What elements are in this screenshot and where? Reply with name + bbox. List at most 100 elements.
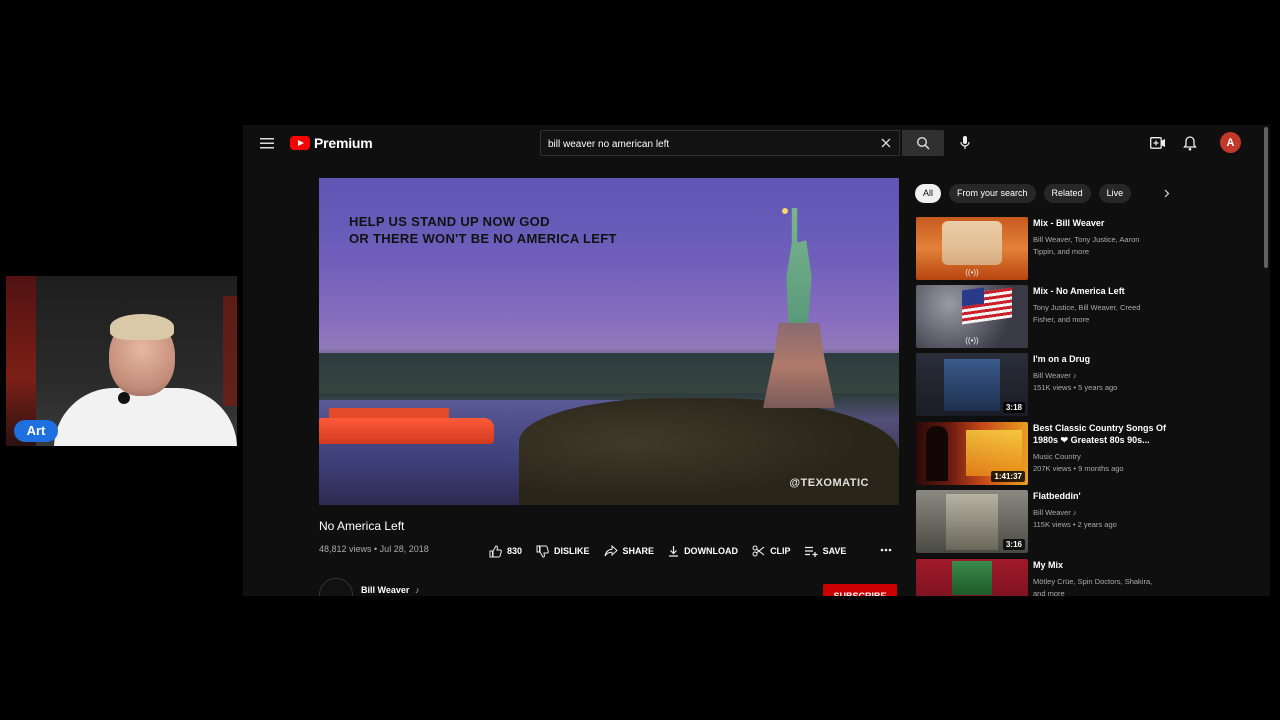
search-icon [916,136,930,150]
video-duration: 1:41:37 [991,471,1025,482]
thumbs-up-icon [489,544,502,557]
mix-radio-icon: ((•)) [965,336,979,345]
page-scrollbar[interactable] [1263,125,1270,596]
recommendation-item[interactable]: 1:41:37 Best Classic Country Songs Of 19… [916,422,1256,485]
video-title: No America Left [319,519,405,533]
recommendation-thumbnail: 1:41:37 [916,422,1028,485]
like-button[interactable]: 830 [489,544,523,558]
video-actions: 830 DISLIKE SHARE DOWNLOAD CLIP SAVE [489,542,860,560]
video-meta: 48,812 views • Jul 28, 2018 [319,544,429,554]
recommendation-channel: Bill Weaver, Tony Justice, Aaron [1033,235,1140,244]
video-frame-torch [782,208,788,214]
chevron-right-icon[interactable] [1160,186,1174,200]
video-duration: 3:18 [1002,402,1025,413]
recommendation-meta: 207K views • 9 months ago [1033,464,1124,473]
recommendation-channel: Tony Justice, Bill Weaver, Creed [1033,303,1141,312]
share-icon [604,545,618,557]
webcam-person-shirt [54,388,237,446]
subscribe-button[interactable]: SUBSCRIBE [823,584,897,596]
recommendation-title: Mix - Bill Weaver [1033,218,1105,228]
recommendation-thumbnail: 3:18 [916,353,1028,416]
youtube-window: Premium A HELP US STAN [243,125,1270,596]
recommendation-title: Best Classic Country Songs Of 1980s ❤ Gr… [1033,423,1167,445]
video-player[interactable]: HELP US STAND UP NOW GOD OR THERE WON'T … [319,178,899,505]
video-overlay-caption: HELP US STAND UP NOW GOD OR THERE WON'T … [349,213,617,247]
account-avatar[interactable]: A [1220,132,1241,153]
filter-chips: All From your search Related Live [915,183,1139,203]
search-input[interactable] [546,134,870,154]
dislike-label: DISLIKE [554,546,590,556]
recommendation-channel: Music Country [1033,452,1081,461]
save-button[interactable]: SAVE [804,546,847,557]
recommendation-title: Flatbeddin' [1033,491,1081,501]
recommendation-title: My Mix [1033,560,1064,570]
video-watermark: @TEXOMATIC [789,477,869,489]
video-frame-pedestal [763,323,835,408]
webcam-overlay: Art [6,276,237,446]
video-duration: 3:16 [1002,539,1025,550]
chip-all[interactable]: All [915,183,942,203]
dislike-button[interactable]: DISLIKE [536,545,590,558]
scrollbar-thumb[interactable] [1264,127,1268,268]
youtube-premium-logo[interactable]: Premium [290,133,373,153]
search-box [540,130,900,156]
recommendation-item[interactable]: My Mix Mötley Crüe, Spin Doctors, Shakir… [916,559,1256,596]
recommendation-channel: Mötley Crüe, Spin Doctors, Shakira, [1033,577,1153,586]
clear-search-icon[interactable] [879,136,893,150]
download-icon [669,546,679,557]
video-frame-ferry [319,418,494,444]
channel-avatar[interactable] [319,578,353,596]
chip-from-your-search[interactable]: From your search [949,183,1036,203]
save-label: SAVE [822,546,847,556]
mix-radio-icon: ((•)) [965,268,979,277]
create-video-icon[interactable] [1148,133,1168,153]
download-button[interactable]: DOWNLOAD [668,545,738,557]
recommendation-meta: 115K views • 2 years ago [1033,520,1117,529]
more-actions-icon[interactable] [878,542,894,558]
recommendation-meta: Tippin, and more [1033,247,1090,256]
recommendation-thumbnail [916,559,1028,596]
webcam-name-badge: Art [14,420,58,442]
music-note-icon: ♪ [414,585,420,595]
statue-of-liberty-image [786,208,812,323]
clip-button[interactable]: CLIP [752,545,791,557]
logo-text: Premium [314,135,373,151]
channel-name[interactable]: Bill Weaver ♪ [361,585,419,595]
clip-label: CLIP [770,546,791,556]
chip-live[interactable]: Live [1098,183,1132,203]
webcam-red-seat-right [223,296,237,406]
recommendation-thumbnail: 3:16 [916,490,1028,553]
recommendation-meta: and more [1033,589,1065,596]
recommendation-meta: Fisher, and more [1033,315,1090,324]
chip-related[interactable]: Related [1043,183,1091,203]
channel-name-text: Bill Weaver [361,585,410,595]
scissors-icon [752,545,765,557]
webcam-person-hair [110,314,174,340]
thumbs-down-icon [536,545,549,558]
recommendation-thumbnail: ((•)) [916,285,1028,348]
recommendation-channel: Bill Weaver ♪ [1033,508,1077,517]
headset-mic-icon [118,392,130,404]
recommendation-channel: Bill Weaver ♪ [1033,371,1077,380]
recommendation-title: Mix - No America Left [1033,286,1125,296]
recommendation-item[interactable]: 3:16 Flatbeddin' Bill Weaver ♪ 115K view… [916,490,1256,553]
hamburger-menu-icon[interactable] [257,133,277,153]
playlist-add-icon [804,546,818,557]
recommendation-meta: 151K views • 5 years ago [1033,383,1118,392]
like-count: 830 [507,546,523,556]
recommendation-thumbnail: ((•)) [916,217,1028,280]
recommendation-item[interactable]: 3:18 I'm on a Drug Bill Weaver ♪ 151K vi… [916,353,1256,416]
top-bar: Premium A [243,125,1270,161]
search-button[interactable] [902,130,944,156]
download-label: DOWNLOAD [684,546,739,556]
share-label: SHARE [622,546,655,556]
share-button[interactable]: SHARE [604,545,655,557]
recommendation-item[interactable]: ((•)) Mix - No America Left Tony Justice… [916,285,1256,348]
voice-search-mic-icon[interactable] [954,132,976,154]
recommendation-title: I'm on a Drug [1033,354,1091,364]
notifications-bell-icon[interactable] [1180,133,1200,153]
recommendation-item[interactable]: ((•)) Mix - Bill Weaver Bill Weaver, Ton… [916,217,1256,280]
youtube-play-icon [290,136,310,150]
caption-line-1: HELP US STAND UP NOW GOD [349,214,550,229]
caption-line-2: OR THERE WON'T BE NO AMERICA LEFT [349,231,617,246]
